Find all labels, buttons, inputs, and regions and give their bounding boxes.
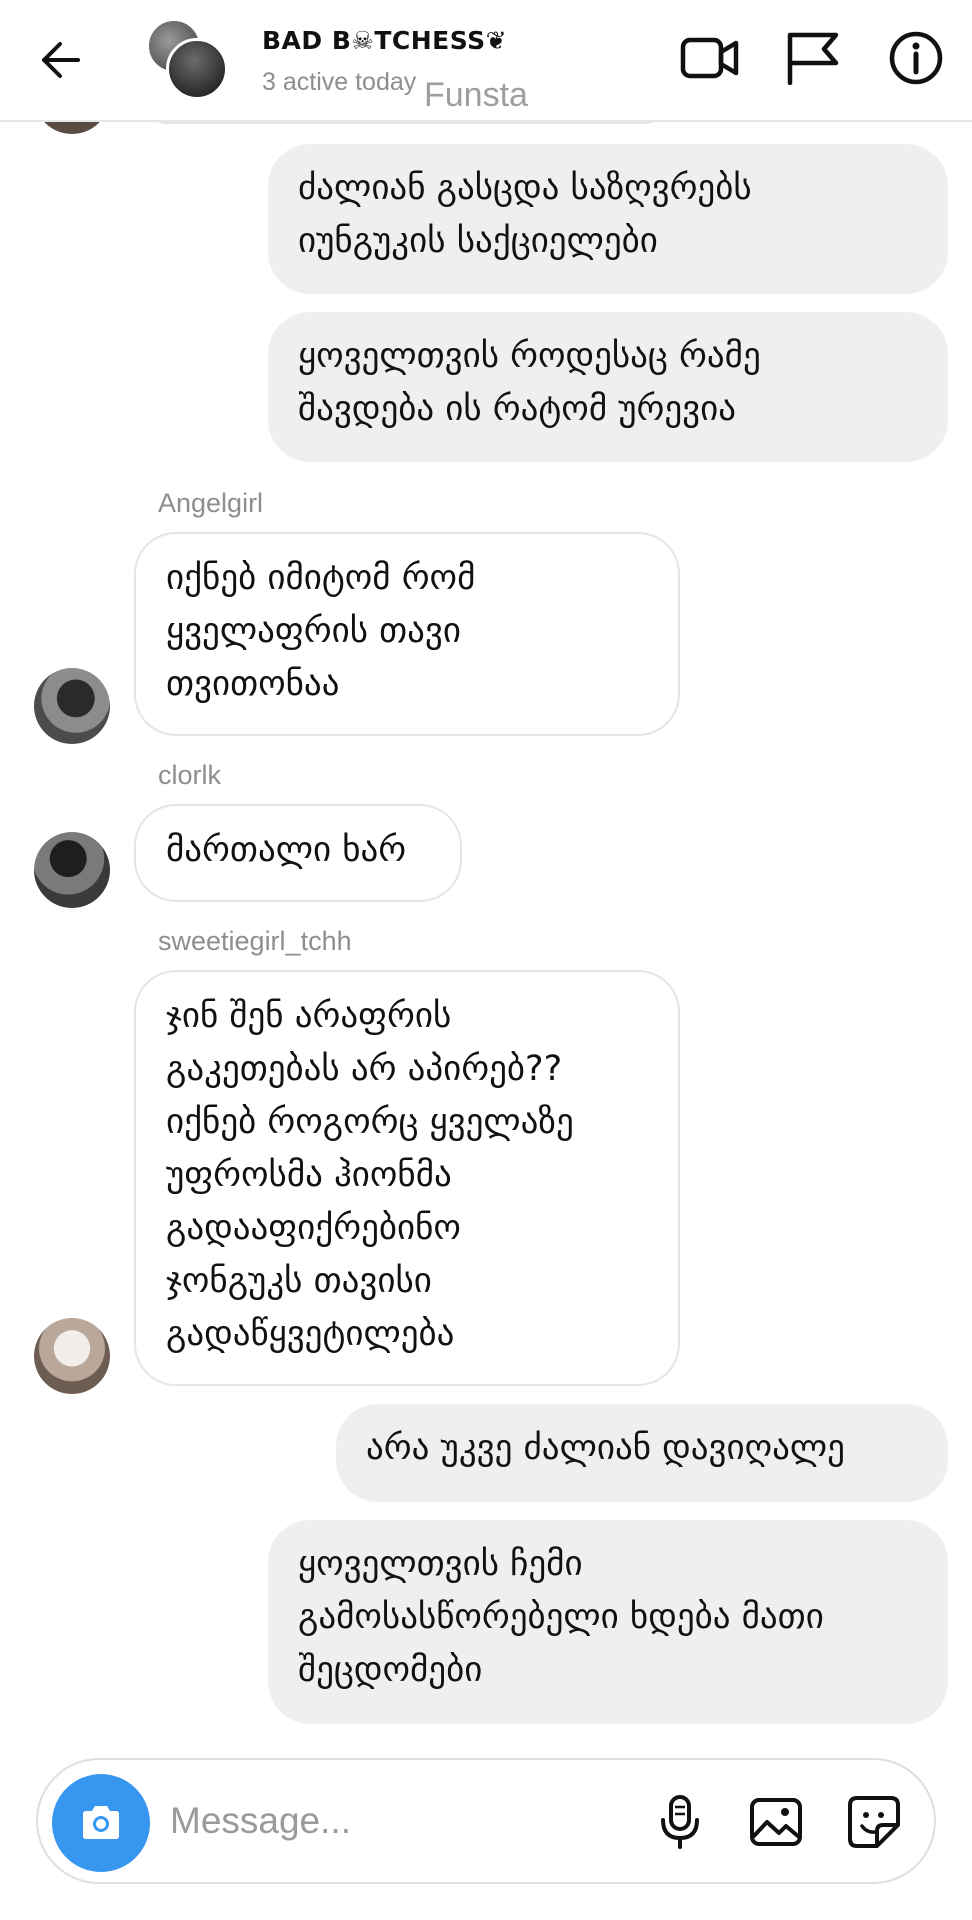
info-icon[interactable] [884,26,948,90]
microphone-icon[interactable] [648,1790,712,1854]
group-avatar[interactable] [146,18,228,100]
sender-name: Angelgirl [158,488,264,518]
active-status: 3 active today [262,68,417,96]
avatar[interactable] [34,668,110,744]
message-bubble-received[interactable]: მართალი ხარ [134,804,462,902]
camera-icon[interactable] [52,1774,150,1872]
message-thread[interactable]: ძალიან გასცდა საზღვრებს იუნგუკის საქციელ… [0,0,972,1740]
message-bubble-received[interactable]: ჯინ შენ არაფრის გაკეთებას არ აპირებ?? იქ… [134,970,680,1386]
gallery-icon[interactable] [744,1790,808,1854]
message-input[interactable] [170,1790,530,1852]
message-composer [36,1758,936,1884]
message-bubble-sent[interactable]: ყოველთვის ჩემი გამოსასწორებელი ხდება მათ… [268,1520,948,1724]
message-bubble-sent[interactable]: ყოველთვის როდესაც რამე შავდება ის რატომ … [268,312,948,462]
flag-icon[interactable] [780,26,844,90]
sender-name: clorlk [158,760,222,790]
back-arrow-icon[interactable] [30,30,90,90]
sticker-icon[interactable] [842,1790,906,1854]
avatar[interactable] [34,832,110,908]
avatar [166,38,228,100]
group-name[interactable]: BAD B☠TCHESS❦ [262,26,507,55]
message-bubble-sent[interactable]: ძალიან გასცდა საზღვრებს იუნგუკის საქციელ… [268,144,948,294]
watermark-text: Funsta [424,76,528,114]
video-camera-icon[interactable] [678,26,742,90]
chat-header: BAD B☠TCHESS❦ 3 active today Funsta [0,0,972,122]
sender-name: sweetiegirl_tchh [158,926,352,956]
avatar[interactable] [34,1318,110,1394]
message-bubble-received[interactable]: იქნებ იმიტომ რომ ყველაფრის თავი თვითონაა [134,532,680,736]
message-bubble-sent[interactable]: არა უკვე ძალიან დავიღალე [336,1404,948,1502]
